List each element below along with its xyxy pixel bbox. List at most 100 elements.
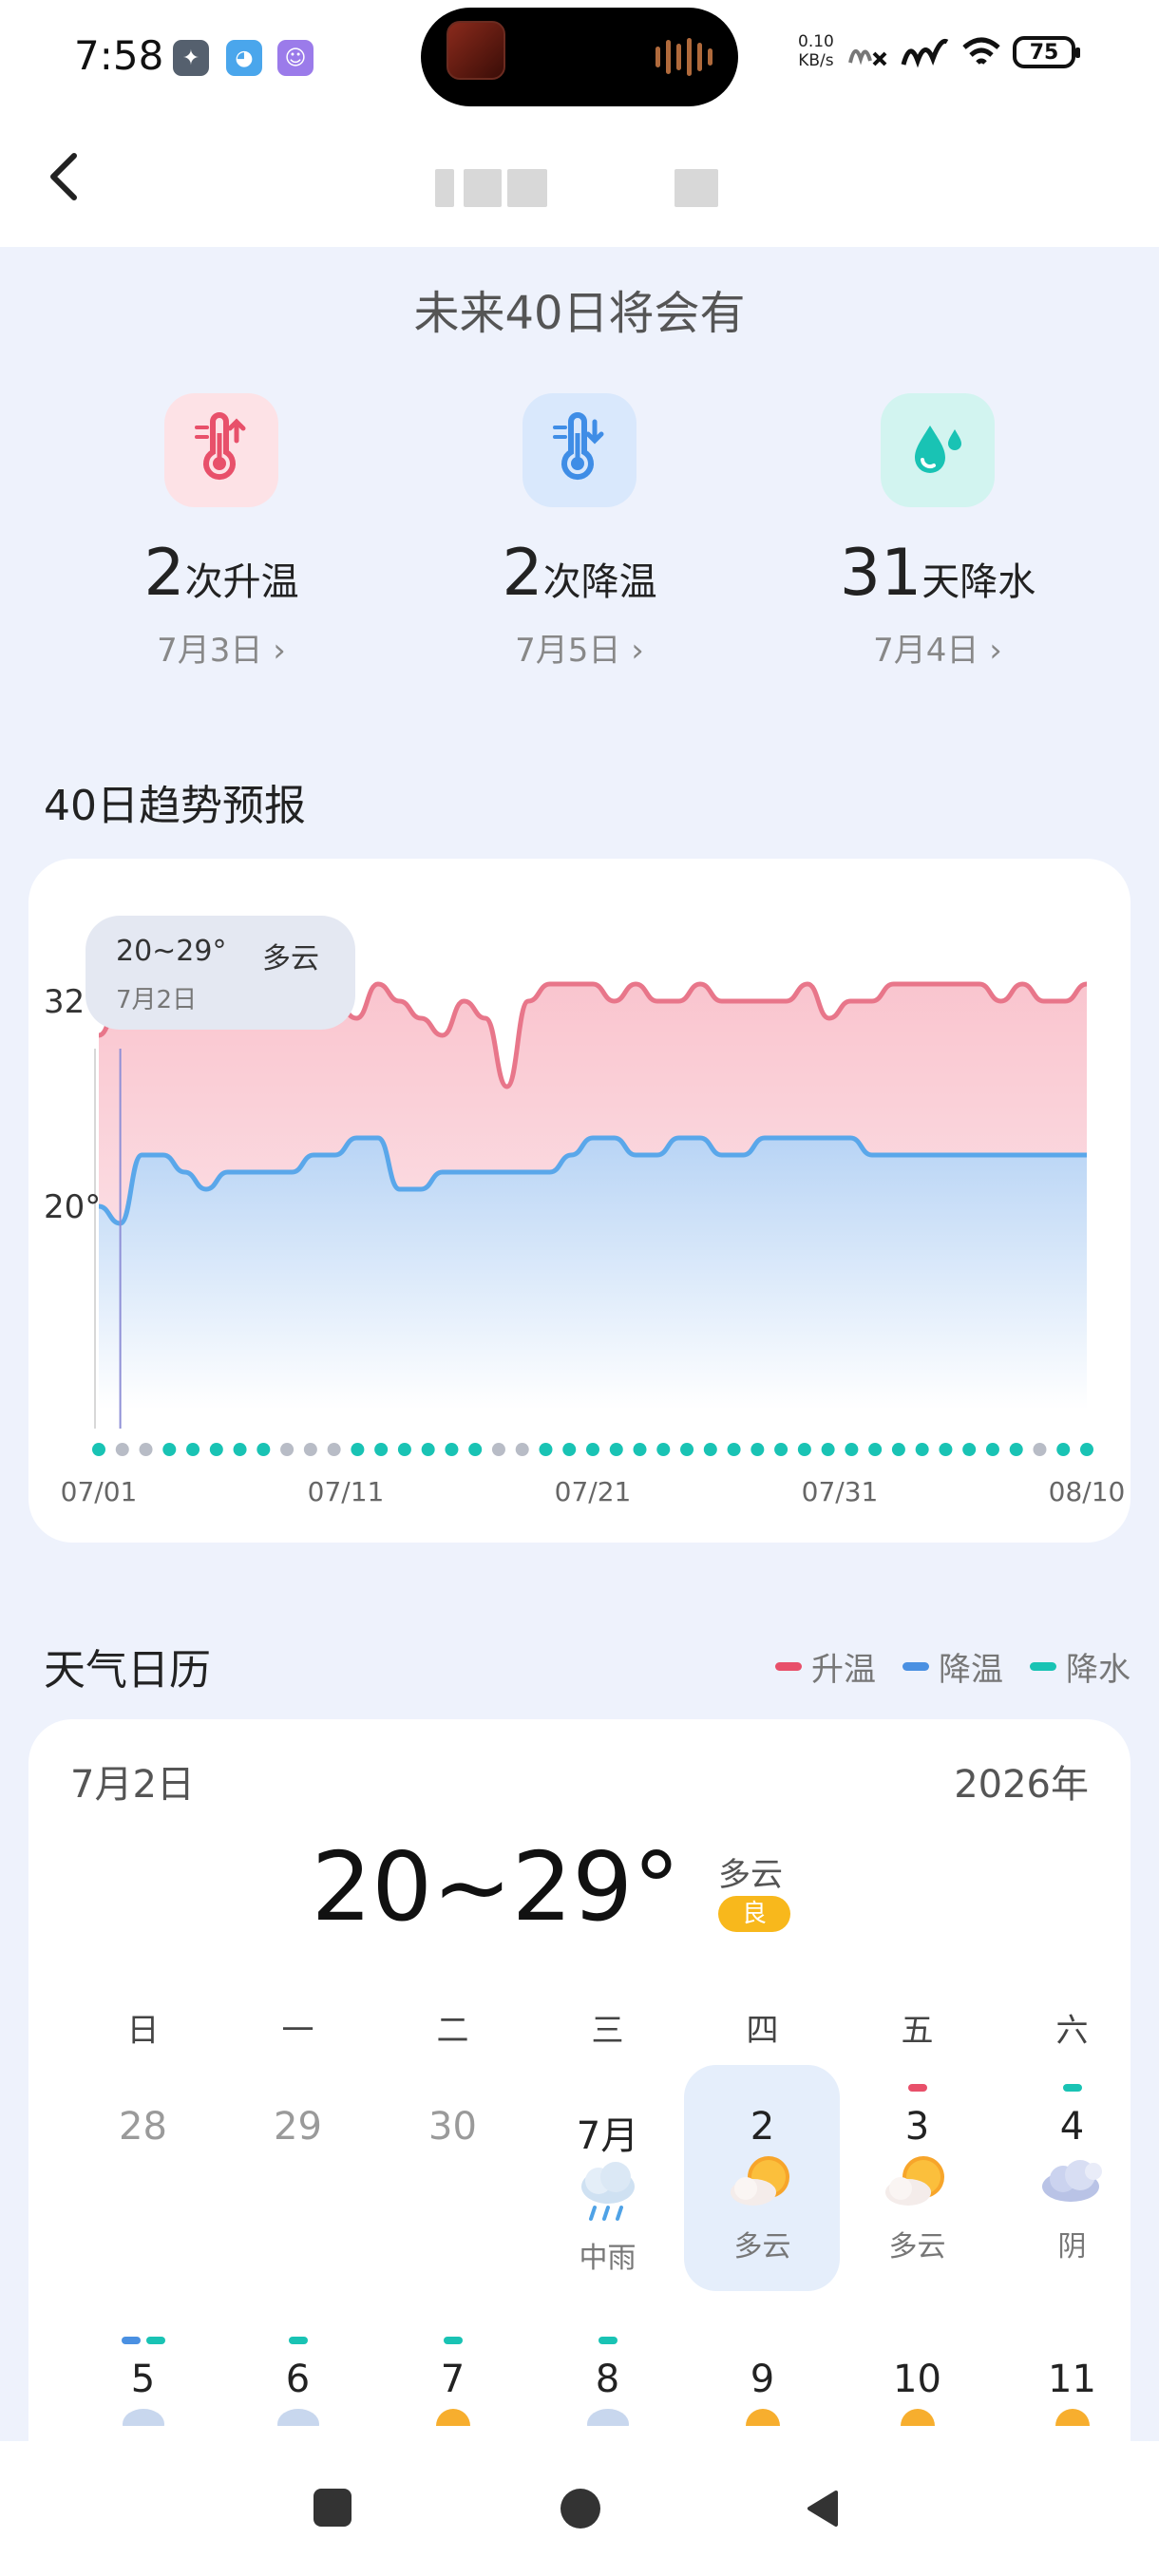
dry-day-dot — [280, 1443, 294, 1456]
tooltip-date: 7月2日 — [116, 986, 198, 1014]
dry-day-dot — [327, 1443, 341, 1456]
dry-day-dot — [303, 1443, 317, 1456]
low-temp-area — [99, 1138, 1087, 1410]
calendar-day[interactable]: 28 — [66, 2078, 220, 2149]
trend-chart-card[interactable]: 32° 20° 07/01 07/11 07/21 07/31 08/10 20~29° 多… — [28, 859, 1130, 1543]
calendar-day[interactable]: 3 多云 — [840, 2078, 995, 2264]
rain-day-dot — [656, 1443, 671, 1456]
battery-indicator: 75 — [1013, 36, 1080, 68]
calendar-day[interactable]: 6 — [220, 2331, 375, 2439]
calendar-legend: 升温 降温 降水 — [775, 1643, 1130, 1690]
network-speed: 0.10 KB/s — [798, 32, 834, 70]
precip-date: 7月4日 › — [873, 632, 1002, 670]
calendar-day[interactable]: 5 — [66, 2331, 220, 2439]
rain-day-dot — [586, 1443, 599, 1456]
rain-day-dot — [374, 1443, 389, 1456]
legend-precipitation: 降水 — [1030, 1643, 1130, 1690]
rain-day-dot — [727, 1443, 741, 1456]
calendar-year[interactable]: 2026年 — [954, 1753, 1089, 1809]
x-tick-label: 08/10 — [1049, 1476, 1126, 1507]
mobile-signal-off-icon — [848, 49, 887, 66]
wrench-icon: ✦ — [173, 40, 209, 76]
app-notification-icon: ◕ — [226, 40, 262, 76]
x-tick-label: 07/01 — [61, 1476, 138, 1507]
y-tick-label: 20° — [44, 1188, 101, 1226]
thermometer-down-icon — [522, 393, 636, 507]
back-nav-button[interactable] — [804, 2489, 844, 2529]
warming-date: 7月3日 › — [157, 632, 286, 670]
chevron-right-icon: › — [989, 632, 1002, 670]
tooltip-range: 20~29° — [116, 935, 227, 968]
calendar-day[interactable]: 29 — [220, 2078, 375, 2149]
dry-day-dot — [139, 1443, 153, 1456]
redacted-title — [464, 169, 502, 207]
system-nav-bar — [0, 2441, 1159, 2576]
summary-heading: 未来40日将会有 — [413, 287, 746, 340]
dry-day-dot — [115, 1443, 129, 1456]
chevron-right-icon: › — [631, 632, 644, 670]
rain-day-dot — [1009, 1443, 1023, 1456]
status-icons: 75 — [847, 36, 1080, 68]
rain-day-dot — [468, 1443, 483, 1456]
weekday-fri: 五 — [901, 2012, 934, 2050]
precipitation-stat[interactable]: 31天降水 7月4日 › — [795, 393, 1080, 671]
rain-day-dot — [445, 1443, 459, 1456]
weekday-sat: 六 — [1055, 2012, 1089, 2050]
dry-day-dot — [1033, 1443, 1047, 1456]
rain-day-dot — [774, 1443, 788, 1456]
status-time: 7:58 — [74, 32, 164, 79]
rain-day-dot — [680, 1443, 694, 1456]
weekday-thu: 四 — [746, 2012, 779, 2050]
rain-day-dot — [233, 1443, 247, 1456]
precipitation-mark — [598, 2337, 618, 2344]
home-button[interactable] — [560, 2489, 600, 2529]
warming-stat[interactable]: 2次升温 7月3日 › — [79, 393, 364, 671]
cloud-icon — [122, 2409, 164, 2439]
rain-day-dot — [609, 1443, 623, 1456]
sun-icon — [900, 2409, 935, 2443]
cloud-icon — [1041, 2160, 1102, 2202]
cooling-mark — [121, 2337, 141, 2344]
sun-icon — [1054, 2409, 1090, 2443]
calendar-day[interactable]: 7月 中雨 — [530, 2078, 685, 2276]
sun-icon — [435, 2409, 470, 2443]
rain-day-dot — [539, 1443, 553, 1456]
calendar-day[interactable]: 9 — [685, 2331, 840, 2443]
calendar-day[interactable]: 11 — [995, 2331, 1150, 2443]
calendar-day[interactable]: 7 — [375, 2331, 530, 2443]
warming-mark — [907, 2084, 927, 2092]
chat-notification-icon: ☺ — [277, 40, 314, 76]
water-drop-icon — [881, 393, 995, 507]
calendar-day[interactable]: 30 — [375, 2078, 530, 2149]
calendar-day[interactable]: 10 — [840, 2331, 995, 2443]
partly-cloudy-icon — [884, 2156, 944, 2206]
rain-day-dot — [397, 1443, 411, 1456]
chevron-left-icon — [50, 153, 77, 200]
rain-day-dot — [162, 1443, 177, 1456]
rain-day-dot — [891, 1443, 905, 1456]
sun-icon — [745, 2409, 780, 2443]
precipitation-mark — [288, 2337, 308, 2344]
cooling-stat[interactable]: 2次降温 7月5日 › — [437, 393, 722, 671]
precipitation-mark — [443, 2337, 463, 2344]
rain-day-dot — [209, 1443, 223, 1456]
redacted-title — [435, 169, 454, 207]
trend-title: 40日趋势预报 — [44, 782, 306, 830]
precip-count: 31天降水 — [839, 536, 1036, 611]
calendar-condition: 多云 — [718, 1856, 783, 1894]
rain-day-dot — [985, 1443, 999, 1456]
calendar-day-selected[interactable]: 2 多云 — [685, 2078, 840, 2264]
calendar-day[interactable]: 4 阴 — [995, 2078, 1150, 2264]
recents-button[interactable] — [314, 2489, 352, 2527]
rain-day-dot — [750, 1443, 765, 1456]
back-button[interactable] — [42, 148, 91, 215]
warming-count: 2次升温 — [143, 536, 299, 611]
cooling-date: 7月5日 › — [515, 632, 644, 670]
x-tick-label: 07/31 — [802, 1476, 879, 1507]
rain-day-dot — [421, 1443, 435, 1456]
now-playing-thumbnail[interactable] — [446, 21, 505, 80]
rain-day-dot — [915, 1443, 929, 1456]
calendar-day[interactable]: 8 — [530, 2331, 685, 2439]
aqi-badge: 良 — [718, 1896, 790, 1932]
rain-day-dot — [562, 1443, 577, 1456]
